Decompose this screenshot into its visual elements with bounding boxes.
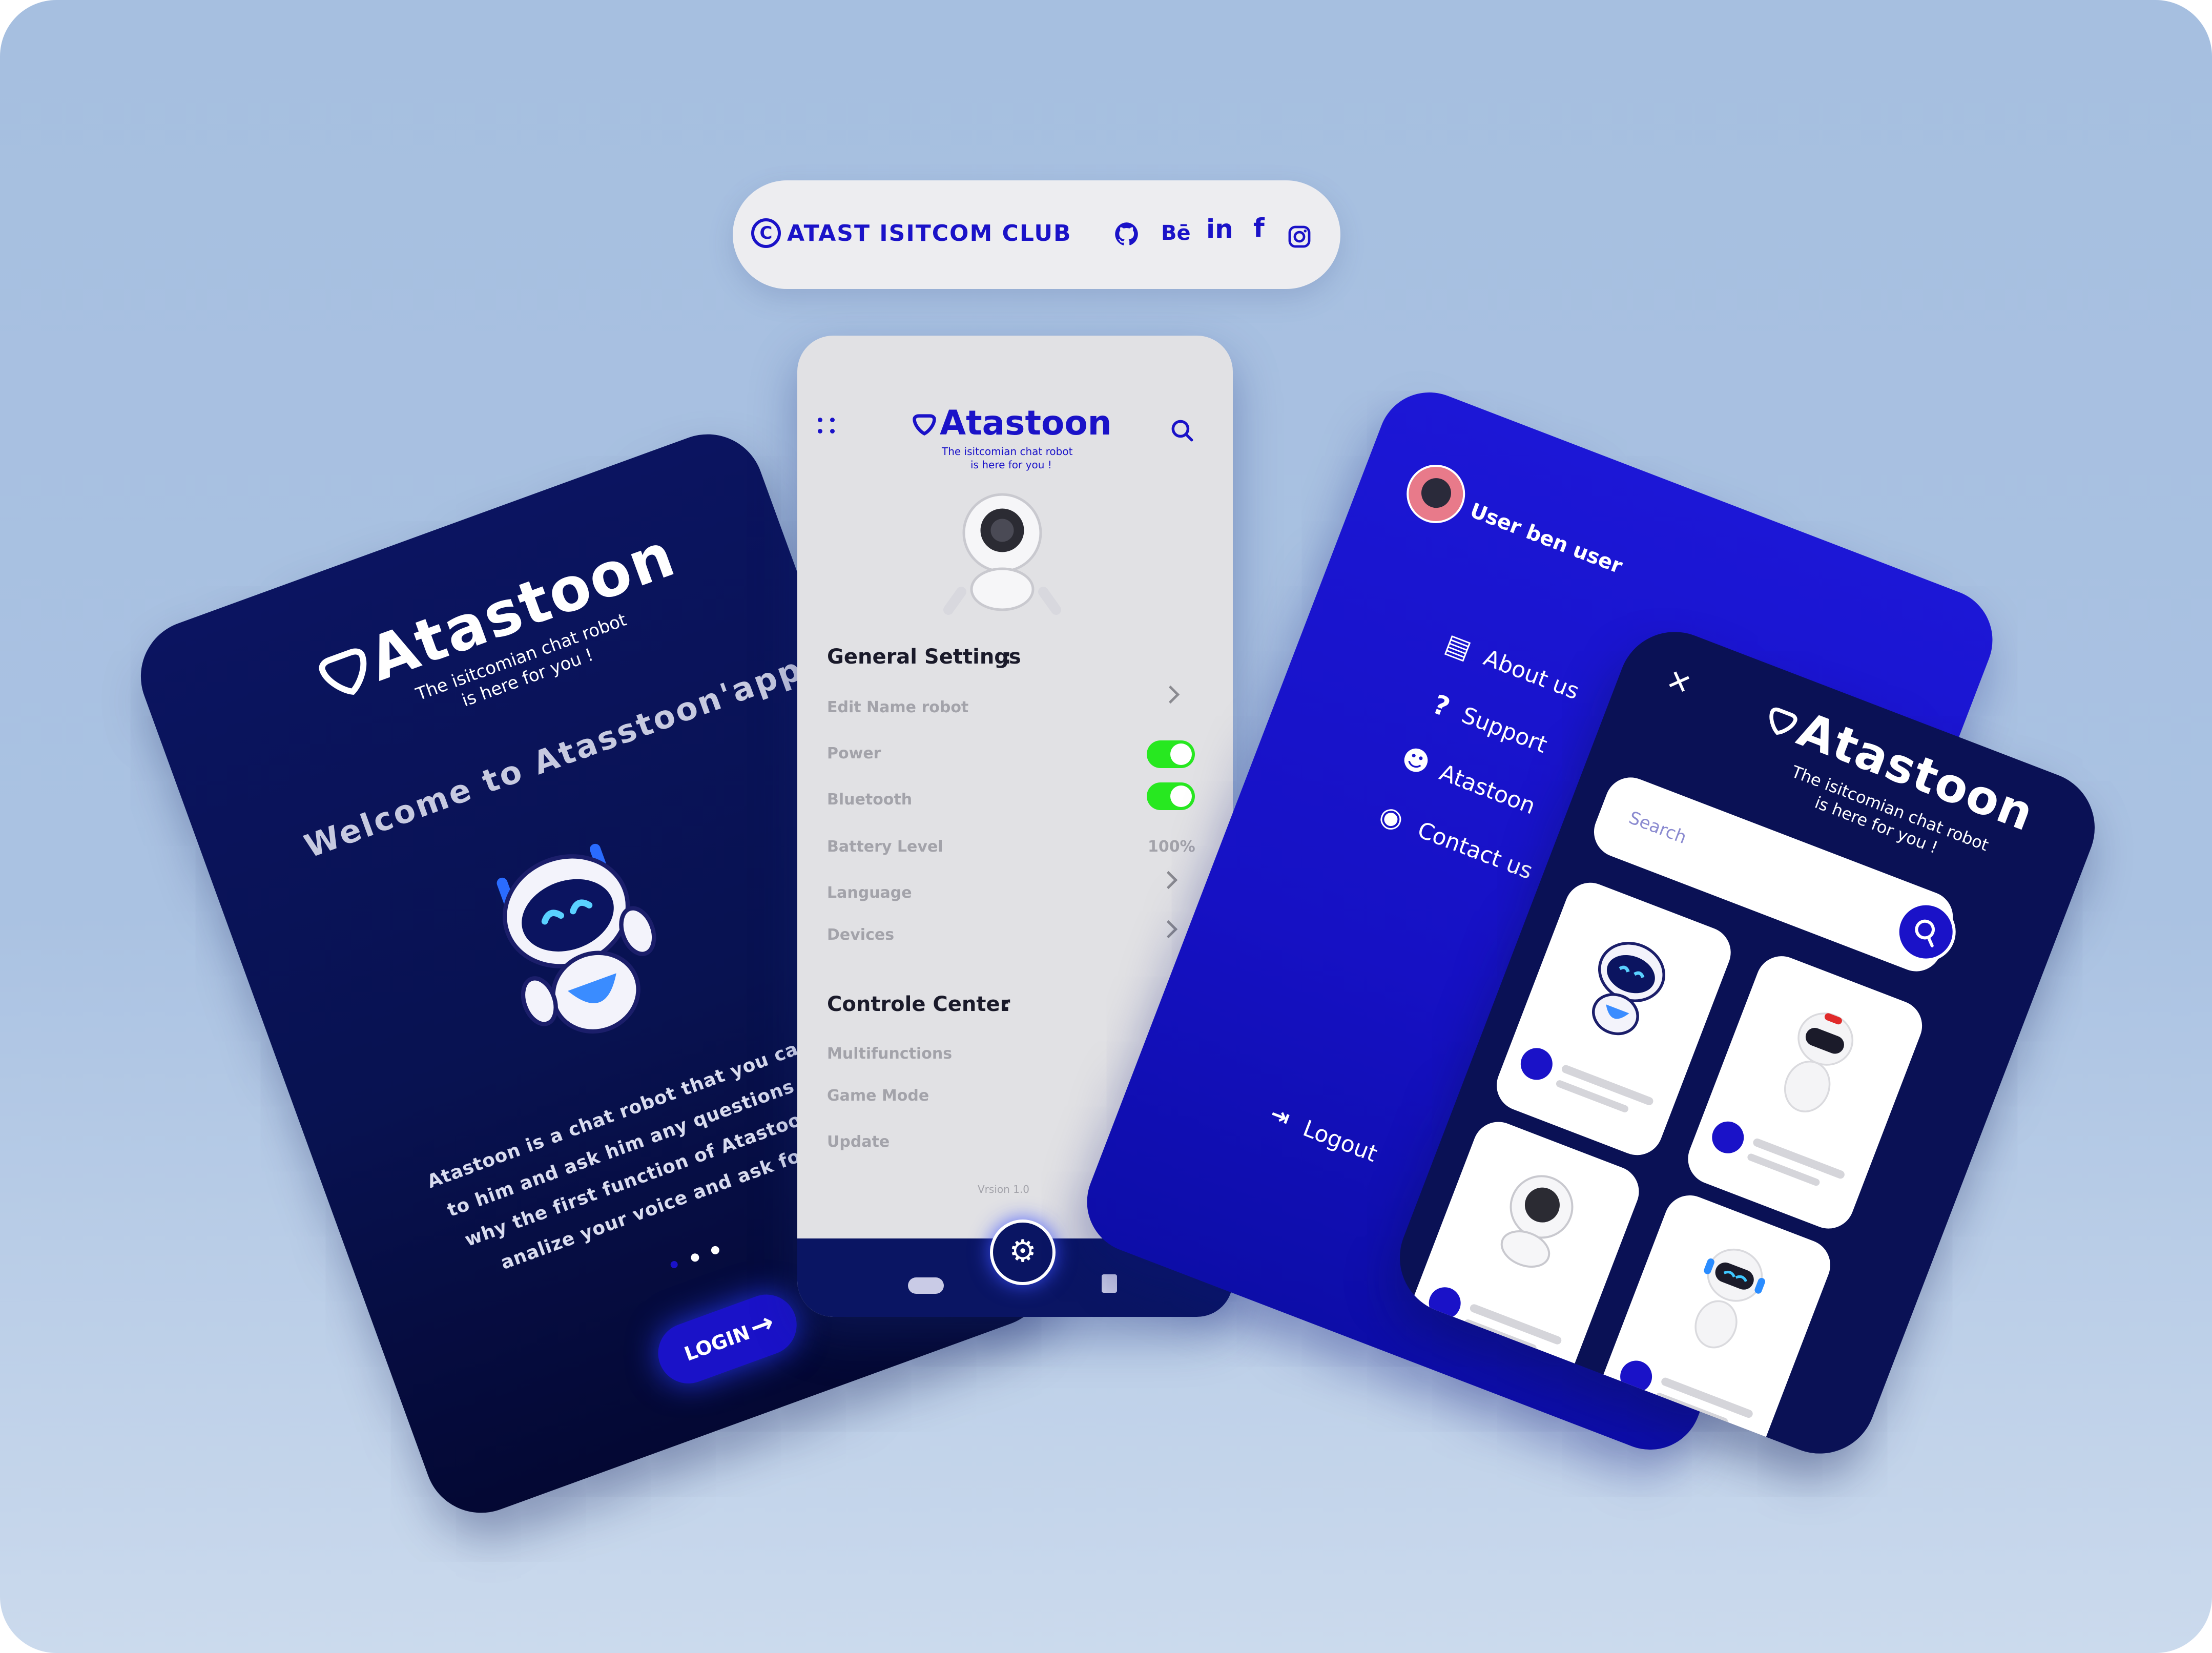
pager-dot[interactable] [669,1260,679,1269]
update-row[interactable]: Update [827,1133,890,1151]
search-icon [1915,919,1935,947]
robot-mascot-image [1591,942,1665,1036]
menu-dots-icon[interactable] [818,418,838,438]
contact-icon: ◉ [1375,799,1408,837]
chevron-right-icon[interactable] [1161,685,1180,704]
copyright-icon: C [751,218,781,248]
pager-dot[interactable] [690,1252,700,1263]
avatar[interactable] [1398,456,1474,532]
gamepad-icon[interactable] [908,1277,944,1294]
tagline-line2: is here for you ! [970,459,1052,471]
version-label: Vrsion 1.0 [978,1183,1029,1195]
robot-image [1784,1013,1854,1112]
card-avatar-dot [1516,1043,1557,1085]
robot-image [1694,1248,1765,1349]
logout-button[interactable]: Logout [1299,1115,1381,1168]
chevron-right-icon[interactable] [1159,920,1178,939]
user-name: User ben user [1466,499,1626,578]
close-icon[interactable]: ✕ [1662,663,1696,702]
settings-gear-button[interactable]: ⚙ [990,1220,1056,1285]
menu-item-atastoon[interactable]: Atastoon [1436,759,1539,820]
multifunctions-label: Multifunctions [827,1045,953,1063]
menu-item-support[interactable]: Support [1458,702,1551,758]
controle-center-title: Controle Center [827,993,1010,1016]
document-icon: ▤ [1441,628,1476,666]
chevron-right-icon[interactable] [1159,871,1178,890]
menu-item-about-us[interactable]: About us [1480,645,1583,705]
general-settings-colon: : [1003,645,1011,669]
pager-dot[interactable] [1558,1429,1567,1439]
edit-name-robot-row[interactable]: Edit Name robot [827,698,968,716]
linkedin-icon[interactable]: in [1206,214,1233,244]
battery-level-label: Battery Level [827,838,943,856]
card-text-placeholder [1746,1152,1821,1187]
club-header-bar: C ATAST ISITCOM CLUB Bē in f [733,180,1340,289]
language-row[interactable]: Language [827,884,912,902]
robot-icon: ☻ [1397,741,1434,781]
github-icon[interactable] [1114,221,1140,247]
logout-icon: ⇥ [1266,1100,1294,1132]
pager-dot[interactable] [710,1245,721,1256]
pager-dot[interactable] [1577,1436,1587,1448]
card-text-placeholder [1555,1079,1629,1113]
power-toggle[interactable] [1147,740,1195,768]
game-mode-label: Game Mode [827,1087,929,1105]
app-name: Atastoon [940,403,1112,443]
facebook-icon[interactable]: f [1253,213,1265,243]
app-logo-icon [913,414,936,436]
question-icon: ? [1428,689,1454,724]
tagline-line1: The isitcomian chat robot [942,445,1073,458]
general-settings-title: General Settings [827,645,1021,669]
document-icon[interactable] [1102,1274,1117,1293]
power-row-label: Power [827,745,881,762]
search-icon[interactable] [1169,418,1195,443]
robot-mascot-image [497,843,656,1034]
bluetooth-row-label: Bluetooth [827,791,913,809]
battery-level-value: 100% [1148,838,1195,856]
showcase-background: C ATAST ISITCOM CLUB Bē in f Atastoon Th… [0,0,2212,1653]
robot-camera-image [943,493,1061,615]
instagram-icon[interactable] [1287,224,1312,249]
robot-camera-image [1500,1175,1574,1268]
login-label: LOGIN [681,1321,753,1366]
robot-card[interactable] [1680,948,1930,1236]
devices-row[interactable]: Devices [827,926,894,944]
controle-center-colon: : [1002,993,1010,1016]
search-placeholder: Search [1626,807,1689,849]
pager-dot[interactable] [1596,1444,1607,1455]
menu-item-contact-us[interactable]: Contact us [1414,817,1537,884]
login-button[interactable]: LOGIN → [649,1286,805,1392]
club-title: ATAST ISITCOM CLUB [787,220,1072,246]
behance-icon[interactable]: Bē [1161,221,1191,245]
bluetooth-toggle[interactable] [1147,782,1195,810]
card-avatar-dot [1707,1117,1749,1158]
